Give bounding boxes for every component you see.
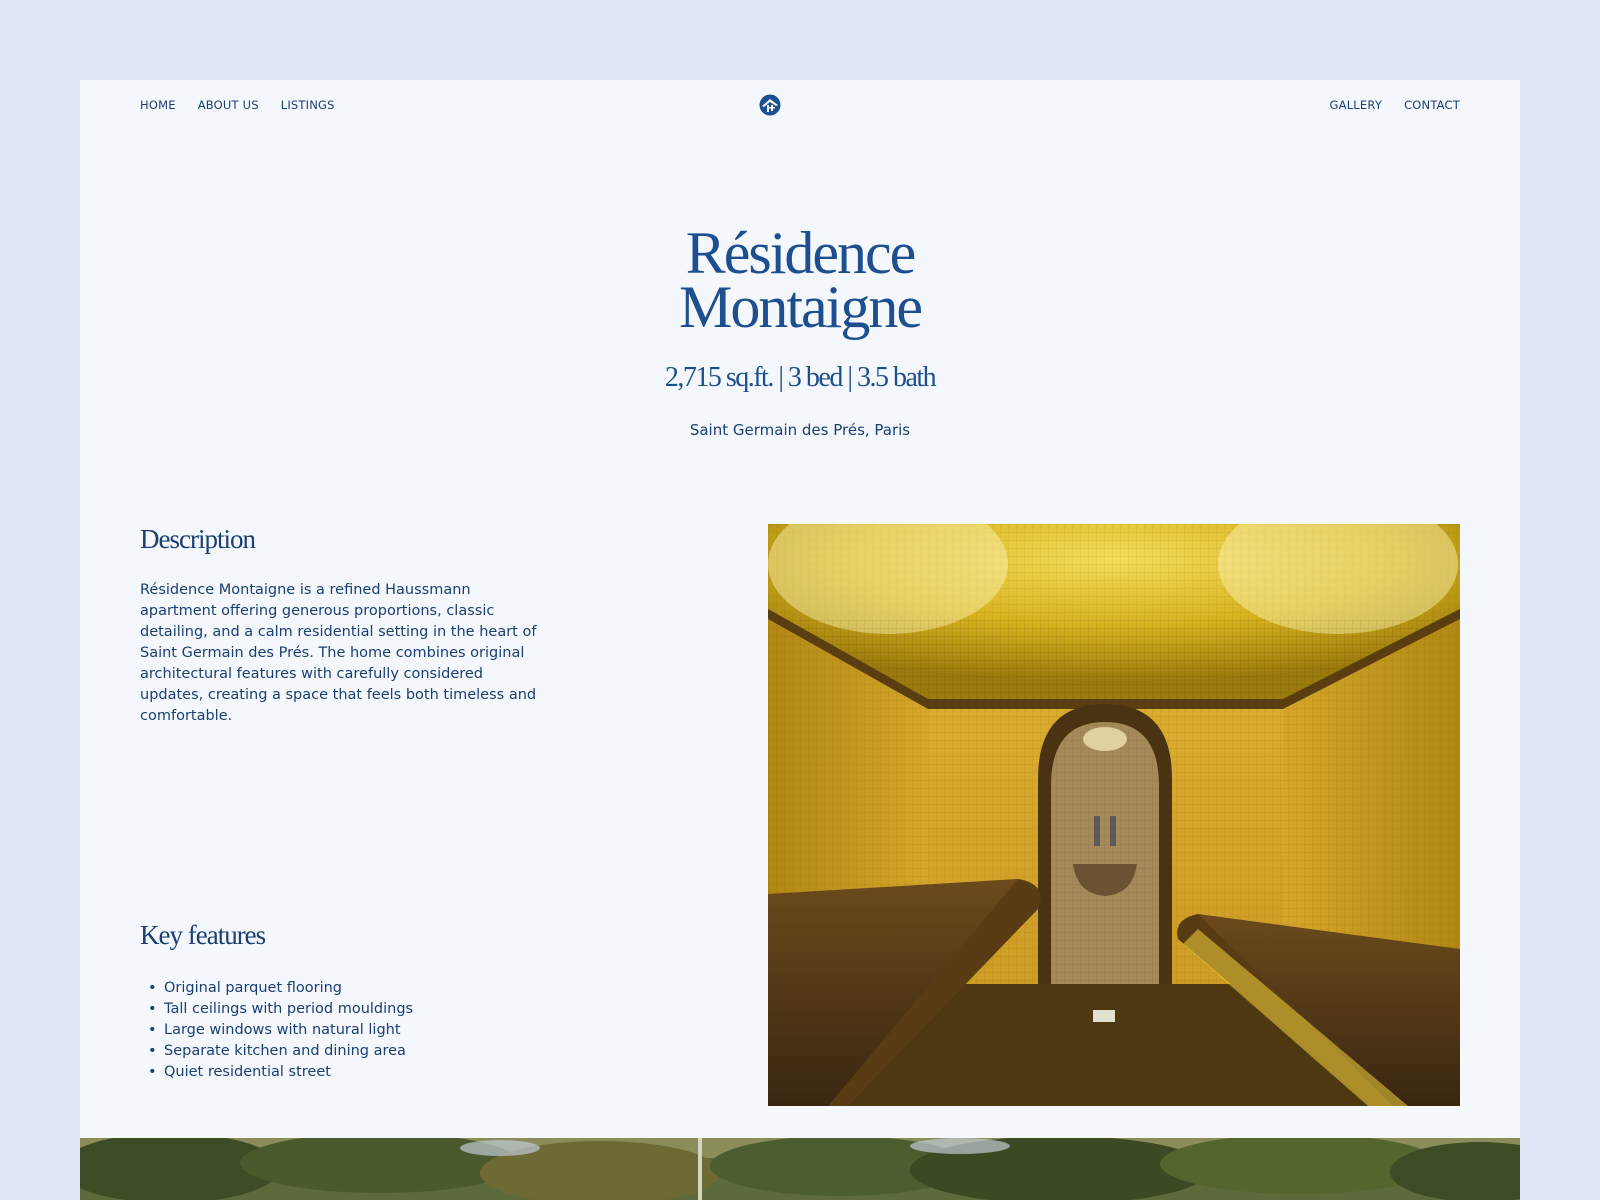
nav-contact-link[interactable]: CONTACT	[1404, 98, 1460, 112]
feature-item: Quiet residential street	[140, 1062, 413, 1083]
feature-item: Large windows with natural light	[140, 1020, 413, 1041]
property-specs: 2,715 sq.ft. | 3 bed | 3.5 bath	[664, 362, 937, 393]
feature-item: Separate kitchen and dining area	[140, 1041, 413, 1062]
house-emblem-icon[interactable]	[759, 94, 781, 116]
nav-home-link[interactable]: HOME	[140, 98, 176, 112]
nav-gallery-link[interactable]: GALLERY	[1330, 98, 1383, 112]
nav-about-link[interactable]: ABOUT US	[198, 98, 259, 112]
feature-item: Tall ceilings with period mouldings	[140, 999, 413, 1020]
primary-nav-left: HOME ABOUT US LISTINGS	[140, 98, 335, 112]
description-heading: Description	[140, 524, 256, 554]
property-location: Saint Germain des Prés, Paris	[689, 421, 911, 439]
primary-nav-right: GALLERY CONTACT	[1330, 98, 1460, 112]
title-line-2: Montaigne	[679, 274, 923, 340]
nav-listings-link[interactable]: LISTINGS	[281, 98, 335, 112]
description-text: Résidence Montaigne is a refined Haussma…	[140, 582, 537, 724]
key-features-heading: Key features	[140, 920, 266, 950]
listing-page: HOME ABOUT US LISTINGS GALLERY CONTACT R…	[80, 80, 1520, 1200]
key-features-list: Original parquet flooring Tall ceilings …	[140, 978, 413, 1083]
page-title: Résidence Montaigne	[80, 223, 1520, 337]
feature-item: Original parquet flooring	[140, 978, 413, 999]
hammam-photo	[768, 524, 1460, 1106]
garden-photo	[80, 1138, 1520, 1200]
